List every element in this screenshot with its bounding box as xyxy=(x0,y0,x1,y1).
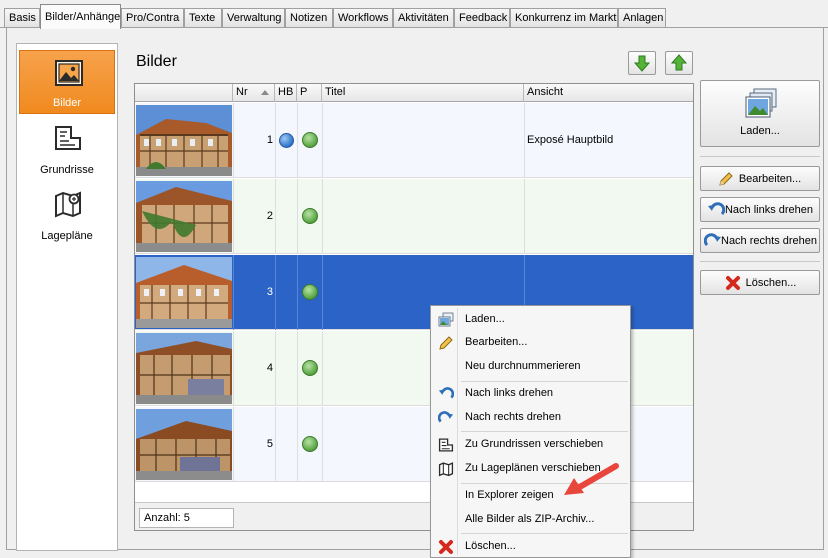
nav-label: Bilder xyxy=(52,97,82,109)
load-images-icon xyxy=(745,88,777,118)
annotation-arrow-icon xyxy=(564,463,619,495)
nav-item-grundrisse[interactable]: Grundrisse xyxy=(19,116,115,180)
tab-pro-contra[interactable]: Pro/Contra xyxy=(121,8,184,28)
tab-aktivitaeten[interactable]: Aktivitäten xyxy=(393,8,454,28)
menu-label: Nach links drehen xyxy=(465,387,554,399)
column-header-titel[interactable]: Titel xyxy=(322,84,524,102)
nav-item-lageplaene[interactable]: Lagepläne xyxy=(19,182,115,246)
load-label: Laden... xyxy=(740,125,780,137)
menu-label: Löschen... xyxy=(465,540,516,552)
row-number: 1 xyxy=(266,134,273,146)
menu-label: Laden... xyxy=(465,313,505,325)
rotate-left-label: Nach links drehen xyxy=(724,204,814,216)
tab-feedback[interactable]: Feedback xyxy=(454,8,510,28)
divider xyxy=(700,156,820,157)
menu-separator xyxy=(461,533,628,534)
main-image-indicator-icon xyxy=(279,133,294,148)
divider xyxy=(700,261,820,262)
row-count-label: Anzahl: 5 xyxy=(139,508,234,528)
table-header: Nr HB P Titel Ansicht xyxy=(135,84,693,102)
edit-button[interactable]: Bearbeiten... xyxy=(700,166,820,191)
menu-item-loeschen[interactable]: Löschen... xyxy=(433,536,628,558)
menu-item-neu-durchnummerieren[interactable]: Neu durchnummerieren xyxy=(433,356,628,378)
thumbnail-header xyxy=(135,84,233,102)
menu-label: Bearbeiten... xyxy=(465,336,528,348)
house-photo-thumbnail xyxy=(136,181,232,252)
arrow-down-icon xyxy=(633,55,651,72)
rotate-right-icon xyxy=(438,411,454,423)
house-photo-thumbnail xyxy=(136,257,232,328)
column-header-nr[interactable]: Nr xyxy=(233,84,275,102)
publish-icon xyxy=(302,132,318,148)
tab-notizen[interactable]: Notizen xyxy=(285,8,333,28)
load-images-button[interactable]: Laden... xyxy=(700,80,820,147)
tab-bar: Basis Bilder/Anhänge Pro/Contra Texte Ve… xyxy=(0,0,828,29)
arrow-up-icon xyxy=(670,54,688,71)
rotate-left-button[interactable]: Nach links drehen xyxy=(700,197,820,222)
pencil-icon xyxy=(439,336,453,350)
edit-label: Bearbeiten... xyxy=(738,173,802,185)
rotate-right-label: Nach rechts drehen xyxy=(721,235,817,247)
category-nav: Bilder Grundrisse Lagepläne xyxy=(16,43,118,551)
table-row[interactable]: 1 Exposé Hauptbild xyxy=(135,103,693,178)
tab-texte[interactable]: Texte xyxy=(184,8,222,28)
house-photo-thumbnail xyxy=(136,105,232,176)
nav-label: Lagepläne xyxy=(41,230,93,242)
column-header-ansicht[interactable]: Ansicht xyxy=(524,84,693,102)
publish-icon xyxy=(302,360,318,376)
row-number: 4 xyxy=(266,362,273,374)
house-photo-thumbnail xyxy=(136,333,232,404)
row-number: 5 xyxy=(266,438,273,450)
delete-button[interactable]: Löschen... xyxy=(700,270,820,295)
floorplan-icon xyxy=(438,438,454,452)
publish-icon xyxy=(302,436,318,452)
column-header-hb[interactable]: HB xyxy=(275,84,297,102)
delete-label: Löschen... xyxy=(745,277,797,289)
row-number: 3 xyxy=(266,286,273,298)
section-title: Bilder xyxy=(136,53,177,70)
nav-item-bilder[interactable]: Bilder xyxy=(19,50,115,114)
load-images-icon xyxy=(438,312,454,327)
sort-ascending-icon xyxy=(261,90,269,95)
menu-separator xyxy=(461,431,628,432)
nav-label: Grundrisse xyxy=(40,164,94,176)
delete-x-icon xyxy=(439,540,453,554)
menu-item-rechts-drehen[interactable]: Nach rechts drehen xyxy=(433,407,628,429)
move-up-button[interactable] xyxy=(665,51,693,75)
menu-separator xyxy=(461,381,628,382)
menu-label: Zu Grundrissen verschieben xyxy=(465,438,604,450)
menu-item-zu-grundrissen[interactable]: Zu Grundrissen verschieben xyxy=(433,434,628,456)
publish-icon xyxy=(302,284,318,300)
ansicht-value: Exposé Hauptbild xyxy=(527,134,614,146)
tab-bilder-anhaenge[interactable]: Bilder/Anhänge xyxy=(40,4,121,29)
tab-verwaltung[interactable]: Verwaltung xyxy=(222,8,285,28)
publish-icon xyxy=(302,208,318,224)
menu-label: Alle Bilder als ZIP-Archiv... xyxy=(465,513,595,525)
move-down-button[interactable] xyxy=(628,51,656,75)
menu-item-bearbeiten[interactable]: Bearbeiten... xyxy=(433,332,628,354)
menu-label: Neu durchnummerieren xyxy=(465,360,581,372)
menu-label: Nach rechts drehen xyxy=(465,411,561,423)
menu-item-laden[interactable]: Laden... xyxy=(433,309,628,331)
rotate-left-icon xyxy=(438,387,454,399)
table-row[interactable]: 2 xyxy=(135,179,693,254)
tab-basis[interactable]: Basis xyxy=(4,8,40,28)
tab-konkurrenz[interactable]: Konkurrenz im Markt xyxy=(510,8,618,28)
tab-workflows[interactable]: Workflows xyxy=(333,8,393,28)
house-photo-thumbnail xyxy=(136,409,232,480)
column-header-p[interactable]: P xyxy=(297,84,322,102)
map-icon xyxy=(438,462,454,477)
tab-anlagen[interactable]: Anlagen xyxy=(618,8,666,28)
menu-label: In Explorer zeigen xyxy=(465,489,554,501)
rotate-right-button[interactable]: Nach rechts drehen xyxy=(700,228,820,253)
menu-item-zip-archiv[interactable]: Alle Bilder als ZIP-Archiv... xyxy=(433,509,628,531)
picture-icon xyxy=(55,60,83,86)
column-label: Nr xyxy=(236,86,248,98)
menu-item-links-drehen[interactable]: Nach links drehen xyxy=(433,383,628,405)
row-number: 2 xyxy=(266,210,273,222)
floorplan-icon xyxy=(55,126,81,150)
map-icon xyxy=(55,191,81,218)
context-menu: Laden... Bearbeiten... Neu durchnummerie… xyxy=(430,305,631,558)
